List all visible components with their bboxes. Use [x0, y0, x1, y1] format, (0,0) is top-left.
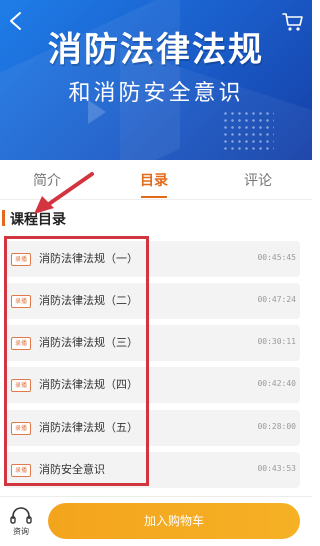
annotation-highlight-box	[4, 236, 149, 486]
banner-title: 消防法律法规	[48, 30, 264, 70]
annotation-arrow-icon	[34, 172, 94, 214]
banner-dots-pattern	[222, 110, 274, 154]
course-banner: 消防法律法规 和消防安全意识	[0, 0, 312, 160]
lesson-duration: 00:43:53	[257, 464, 296, 473]
lesson-duration: 00:45:45	[257, 253, 296, 262]
section-accent-bar	[2, 210, 5, 226]
course-detail-page: 消防法律法规 和消防安全意识 简介 目录 评论 课程目录 录播 消防法律法规（一…	[0, 0, 312, 546]
add-to-cart-button[interactable]: 加入购物车	[48, 503, 300, 539]
consult-label[interactable]: 资询	[7, 526, 35, 537]
headset-icon[interactable]	[8, 505, 34, 527]
lesson-duration: 00:30:11	[257, 337, 296, 346]
active-tab-indicator	[141, 196, 167, 198]
lesson-duration: 00:28:00	[257, 422, 296, 431]
lesson-duration: 00:47:24	[257, 295, 296, 304]
tab-comments[interactable]: 评论	[228, 170, 288, 190]
tab-catalog[interactable]: 目录	[124, 170, 184, 190]
lesson-duration: 00:42:40	[257, 379, 296, 388]
banner-subtitle: 和消防安全意识	[68, 81, 244, 106]
